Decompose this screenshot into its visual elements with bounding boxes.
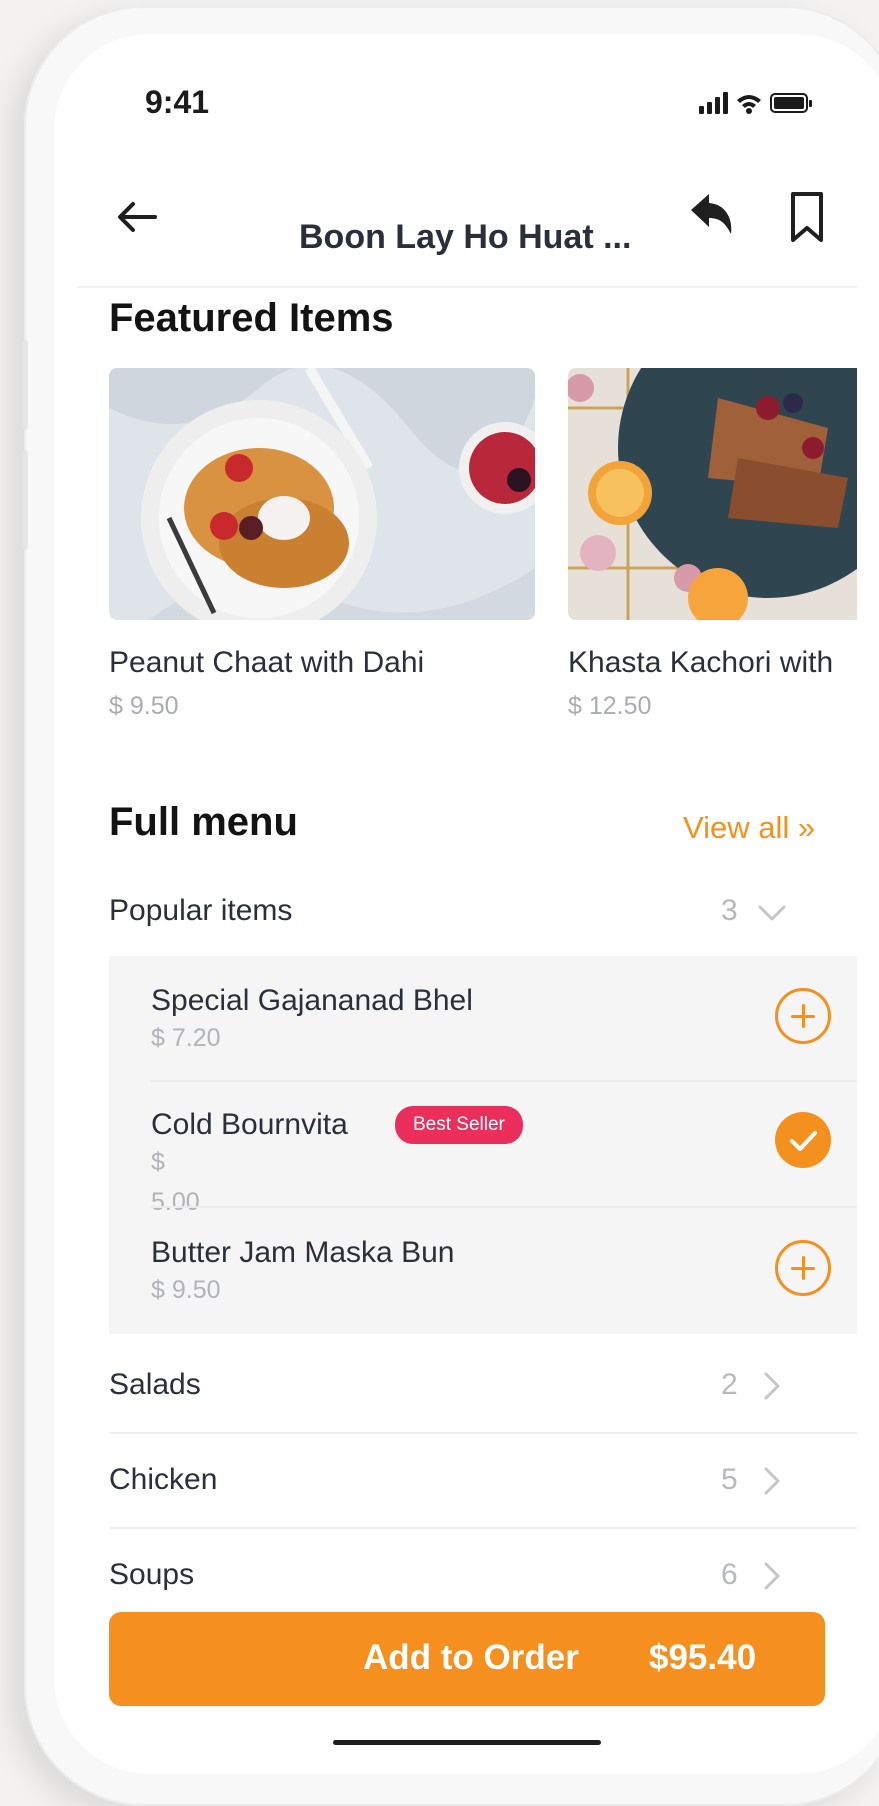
app-screen: 9:41 Boon Lay Ho Huat ... Featured Items… [77,52,857,1752]
featured-food-image [109,368,535,620]
chevron-right-icon [764,1372,780,1400]
category-label: Soups [109,1558,195,1591]
menu-item-name: Special Gajananad Bhel [151,984,473,1017]
add-to-order-button[interactable]: Add to Order $95.40 [109,1612,825,1706]
signal-icon [699,92,728,114]
item-added-check-button[interactable] [775,1112,831,1168]
featured-food-image [568,368,857,620]
chevron-down-icon [758,905,786,921]
featured-item-name: Khasta Kachori with [568,646,834,679]
order-total: $95.40 [649,1638,757,1677]
signal-wifi-battery-icons [699,92,812,114]
category-label: Chicken [109,1463,218,1496]
menu-item-price: $ 7.20 [151,1024,221,1052]
add-item-button[interactable] [775,1240,831,1296]
restaurant-title: Boon Lay Ho Huat ... [299,218,632,256]
menu-item-price: 5.00 [151,1188,200,1216]
category-soups[interactable]: Soups 6 [109,1528,857,1620]
status-icons [699,90,819,125]
chevron-right-icon [764,1562,780,1590]
featured-item-price: $ 12.50 [568,692,652,720]
full-menu-heading: Full menu [109,800,298,844]
share-icon[interactable] [687,188,735,240]
category-count: 3 [721,894,738,927]
menu-item-price: $ [151,1148,165,1176]
category-count: 6 [721,1558,738,1591]
category-salads[interactable]: Salads 2 [109,1338,857,1430]
add-to-order-label: Add to Order [363,1638,579,1677]
phone-side-button [22,450,28,550]
add-item-button[interactable] [775,988,831,1044]
category-count: 2 [721,1368,738,1401]
featured-card-khasta-kachori[interactable]: Khasta Kachori with $ 12.50 [568,368,857,720]
phone-side-button [22,340,28,430]
category-popular-items[interactable]: Popular items 3 [109,864,857,956]
back-arrow-icon[interactable] [111,190,161,240]
featured-item-price: $ 9.50 [109,692,179,720]
menu-item-name: Butter Jam Maska Bun [151,1236,455,1269]
menu-item-name: Cold Bournvita [151,1108,348,1141]
featured-card-peanut-chaat[interactable]: Peanut Chaat with Dahi $ 9.50 [109,368,535,720]
category-chicken[interactable]: Chicken 5 [109,1433,857,1525]
menu-item-gajananad-bhel[interactable]: Special Gajananad Bhel $ 7.20 [151,984,857,1108]
menu-divider [151,1206,857,1208]
featured-items-heading: Featured Items [109,296,394,340]
chevron-right-icon [764,1467,780,1495]
category-label: Popular items [109,894,293,927]
menu-divider [151,1080,857,1082]
wifi-icon [737,95,761,114]
status-bar: 9:41 [77,52,857,152]
navigation-bar: Boon Lay Ho Huat ... [77,162,857,288]
category-count: 5 [721,1463,738,1496]
home-indicator [333,1740,601,1745]
best-seller-badge: Best Seller [395,1106,523,1144]
menu-item-cold-bournvita[interactable]: Cold Bournvita Best Seller $ 5.00 [151,1106,857,1232]
check-icon [790,1131,817,1151]
status-time: 9:41 [145,84,210,120]
battery-icon [770,93,812,113]
popular-items-list: Special Gajananad Bhel $ 7.20 Cold Bourn… [109,956,857,1334]
category-label: Salads [109,1368,201,1401]
featured-item-name: Peanut Chaat with Dahi [109,646,425,679]
menu-item-price: $ 9.50 [151,1276,221,1304]
bookmark-icon[interactable] [787,190,827,244]
view-all-link[interactable]: View all » [683,810,815,846]
